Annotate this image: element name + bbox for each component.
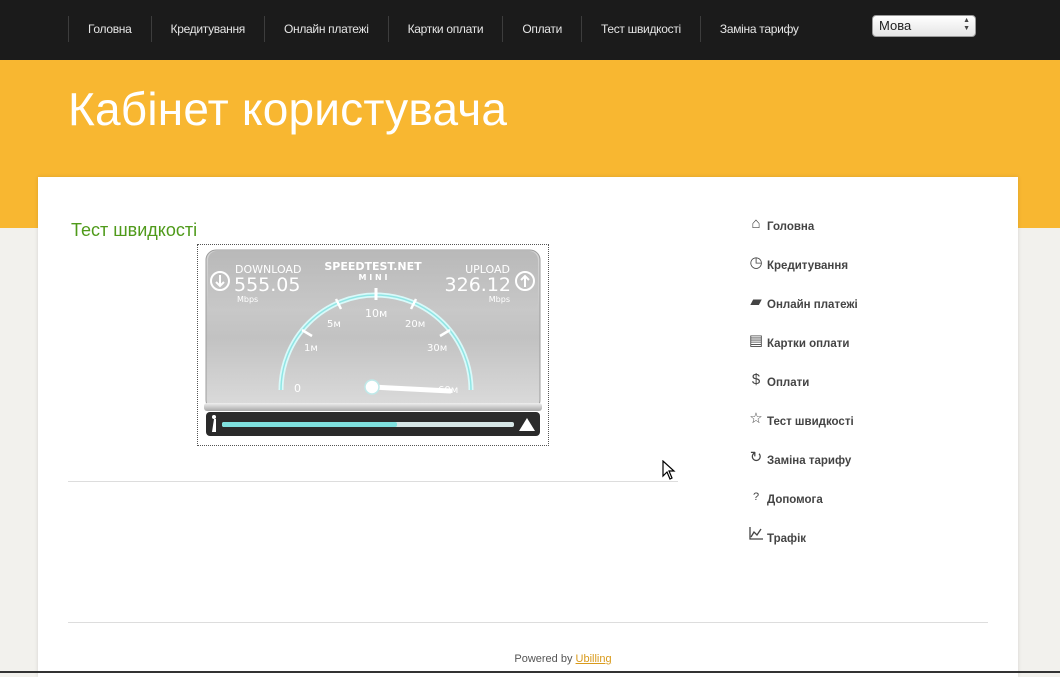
select-arrows-icon: ▲ ▼ [963, 17, 970, 32]
gauge-label: 10м [365, 307, 387, 320]
gauge-label: 60м [438, 385, 458, 396]
top-nav-menu: Головна Кредитування Онлайн платежі Карт… [68, 16, 818, 42]
sidebar-item-label: Трафік [767, 533, 807, 545]
download-unit: Mbps [237, 295, 258, 304]
download-value: 555.05 [234, 274, 300, 296]
chart-icon [747, 527, 765, 545]
upload-value: 326.12 [445, 274, 511, 296]
gauge-needle-hub [364, 379, 380, 395]
topnav-change-tariff[interactable]: Заміна тарифу [699, 16, 818, 42]
footer: Powered by Ubilling [38, 653, 1060, 665]
upload-unit: Mbps [489, 295, 510, 304]
topnav-speed-test[interactable]: Тест швидкості [581, 16, 700, 42]
content-divider [68, 481, 678, 482]
gauge-label: 30м [427, 343, 447, 354]
dollar-icon: $ [751, 371, 761, 388]
sidebar-item-label: Головна [767, 221, 815, 233]
footer-ubilling-link[interactable]: Ubilling [576, 653, 612, 665]
content-card: Тест швидкості 0 1м 5м 10м 20м 30м 60м S… [38, 177, 1018, 677]
footer-divider [68, 622, 988, 623]
refresh-icon: ↻ [749, 449, 763, 466]
widget-tray [204, 403, 542, 411]
topnav-credit[interactable]: Кредитування [150, 16, 264, 42]
section-title: Тест швидкості [71, 220, 198, 240]
language-select[interactable]: Мова ▲ ▼ [872, 15, 976, 37]
topnav-home[interactable]: Головна [68, 16, 151, 42]
sidebar-item-label: Онлайн платежі [767, 299, 858, 311]
sidebar-item-label: Допомога [767, 494, 823, 506]
topnav-online-payments[interactable]: Онлайн платежі [263, 16, 388, 42]
gauge-label: 1м [304, 343, 318, 354]
top-navigation-bar: Головна Кредитування Онлайн платежі Карт… [0, 0, 1060, 60]
star-icon: ☆ [749, 410, 763, 427]
document-icon: ▤ [748, 332, 764, 349]
gauge-label: 5м [327, 319, 341, 330]
language-select-value: Мова [879, 18, 912, 33]
sidebar-item-label: Картки оплати [767, 338, 850, 350]
home-icon: ⌂ [751, 215, 761, 232]
gauge-label: 0 [294, 382, 301, 395]
speedtest-brand-sub: M I N I [359, 273, 388, 282]
sidebar-item-label: Заміна тарифу [767, 455, 852, 467]
mouse-cursor-icon [662, 460, 676, 480]
speedtest-brand: SPEEDTEST.NET [324, 260, 422, 273]
sidebar-item-label: Оплати [767, 377, 810, 389]
speedtest-graphic: 0 1м 5м 10м 20м 30м 60м SPEEDTEST.NET M … [204, 249, 542, 436]
topnav-payment-cards[interactable]: Картки оплати [387, 16, 503, 42]
sidebar-item-label: Кредитування [767, 260, 849, 272]
footer-powered-by: Powered by [514, 653, 573, 665]
gauge-label: 20м [405, 319, 425, 330]
sidebar-item-label: Тест швидкості [767, 416, 854, 428]
clock-icon: ◷ [749, 254, 763, 271]
progress-bar-fill [222, 422, 397, 427]
card-icon: ▰ [750, 293, 762, 310]
question-icon: ? [752, 491, 760, 503]
speedtest-widget[interactable]: 0 1м 5м 10м 20м 30м 60м SPEEDTEST.NET M … [197, 244, 549, 446]
topnav-payments[interactable]: Оплати [502, 16, 581, 42]
page-title: Кабінет користувача [68, 83, 508, 135]
